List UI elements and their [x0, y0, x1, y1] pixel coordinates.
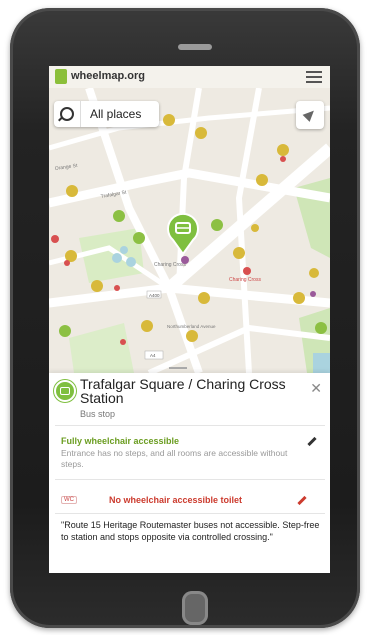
place-category: Bus stop	[80, 409, 116, 419]
accessibility-note: "Route 15 Heritage Routemaster buses not…	[61, 520, 320, 542]
locate-icon	[302, 107, 318, 122]
bus-icon	[54, 380, 76, 402]
search-icon[interactable]	[60, 107, 74, 121]
hamburger-menu-icon[interactable]	[306, 71, 322, 83]
toilet-status[interactable]: No wheelchair accessible toilet	[109, 495, 242, 505]
wc-icon: WC	[61, 496, 77, 504]
divider	[55, 479, 325, 480]
accessibility-description: Entrance has no steps, and all rooms are…	[61, 448, 288, 469]
place-details-panel: Trafalgar Square / Charing Cross Station…	[49, 373, 330, 573]
speaker-grille	[178, 44, 212, 50]
home-button[interactable]	[182, 591, 208, 625]
close-icon[interactable]: ✕	[310, 380, 322, 397]
search-box[interactable]: All places	[54, 101, 159, 127]
wheelmap-logo-icon[interactable]	[55, 69, 67, 84]
search-label[interactable]: All places	[90, 107, 141, 121]
accessibility-status[interactable]: Fully wheelchair accessible	[61, 436, 179, 446]
street-label: Charing Cross	[154, 262, 186, 268]
bus-glyph	[60, 387, 70, 395]
search-divider	[80, 101, 81, 127]
road-shield: A4	[150, 353, 156, 358]
divider	[55, 513, 325, 514]
pencil-icon[interactable]	[297, 495, 307, 506]
road-shield: A400	[149, 293, 160, 298]
place-title: Trafalgar Square / Charing Cross Station	[80, 376, 286, 406]
map-canvas: Orange St Trafalgar St Charing Cross Cha…	[49, 88, 330, 373]
street-label: Northumberland Avenue	[167, 324, 216, 329]
screen: wheelmap.org Orange St Trafalgar St Char…	[49, 66, 330, 573]
map-view[interactable]: Orange St Trafalgar St Charing Cross Cha…	[49, 88, 330, 373]
top-bar: wheelmap.org	[49, 66, 330, 89]
brand-name[interactable]: wheelmap.org	[71, 70, 145, 82]
street-label: Charing Cross	[229, 277, 261, 283]
locate-button[interactable]	[296, 101, 324, 129]
pencil-icon[interactable]	[307, 436, 317, 447]
divider	[55, 425, 325, 426]
